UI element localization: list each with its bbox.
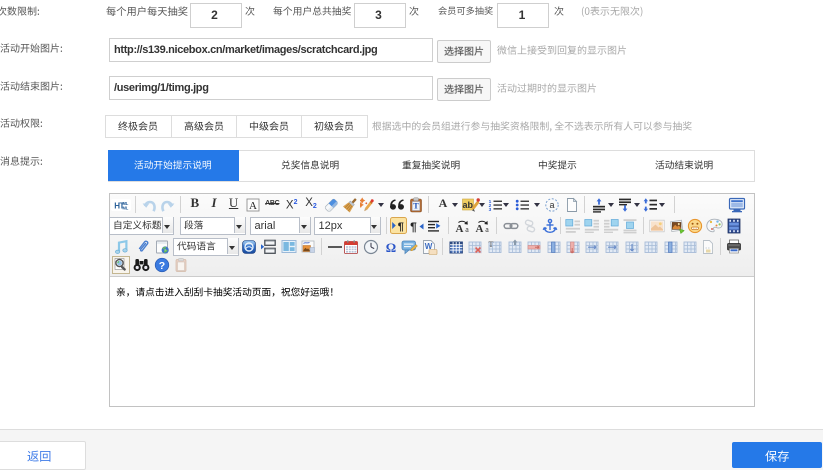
svg-text:T: T (413, 200, 419, 210)
svg-text:¶: ¶ (410, 220, 417, 234)
svg-text:ab: ab (463, 200, 474, 210)
svg-text:A: A (455, 223, 463, 234)
svg-text:ML: ML (123, 205, 129, 210)
svg-text:a: a (465, 225, 469, 234)
svg-text:Ω: Ω (386, 240, 396, 255)
svg-text:A: A (476, 223, 484, 234)
svg-text:T: T (489, 240, 494, 249)
svg-text:?: ? (159, 260, 165, 272)
svg-text:a: a (485, 225, 489, 234)
svg-text:¶: ¶ (398, 221, 404, 233)
svg-text:a: a (550, 200, 555, 210)
svg-text:3: 3 (489, 206, 492, 212)
